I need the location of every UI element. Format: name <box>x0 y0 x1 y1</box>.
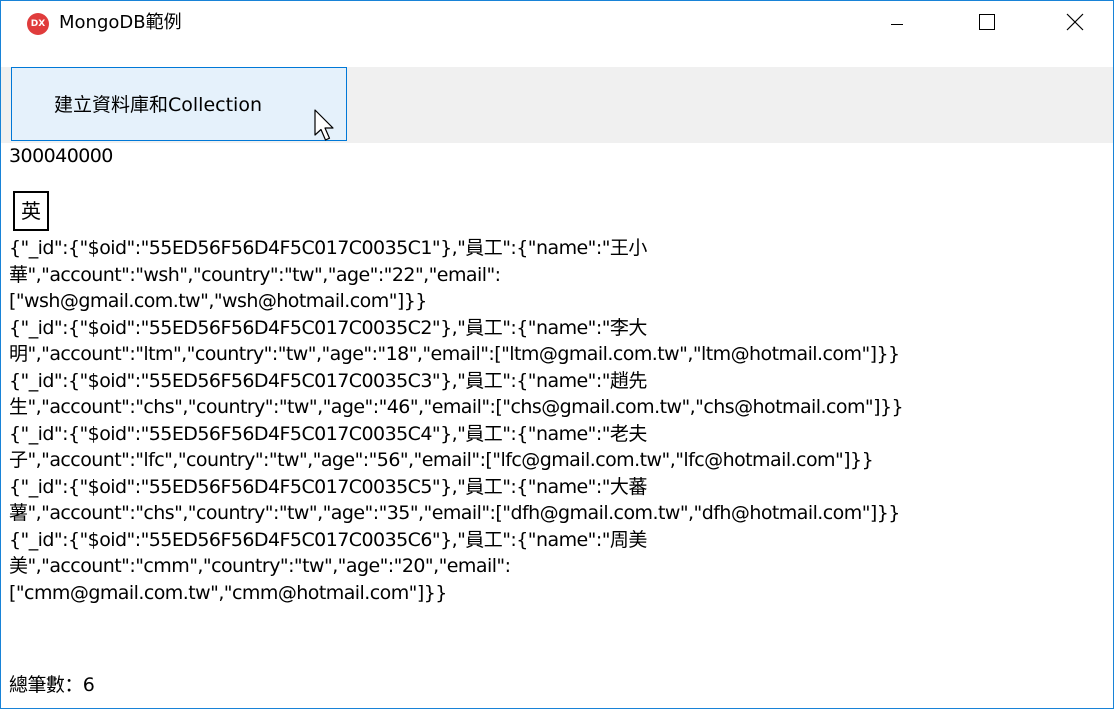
record-line: 華","account":"wsh","country":"tw","age":… <box>9 263 501 286</box>
record-line: ["wsh@gmail.com.tw","wsh@hotmail.com"]}} <box>9 290 427 312</box>
output-text-area[interactable]: 300040000 {"_id":{"$oid":"55ED56F56D4F5C… <box>9 143 1113 708</box>
window-title: MongoDB範例 <box>59 12 182 33</box>
title-bar[interactable]: DX MongoDB範例 <box>1 1 1113 47</box>
record-line: {"_id":{"$oid":"55ED56F56D4F5C017C0035C4… <box>9 422 647 445</box>
app-icon: DX <box>27 13 49 35</box>
record-line: {"_id":{"$oid":"55ED56F56D4F5C017C0035C2… <box>9 316 647 339</box>
record-line: 薯","account":"chs","country":"tw","age":… <box>9 502 900 524</box>
record-line: {"_id":{"$oid":"55ED56F56D4F5C017C0035C3… <box>9 369 647 392</box>
maximize-button[interactable] <box>967 1 1013 47</box>
ime-mode-indicator: 英 <box>13 191 49 231</box>
app-window: DX MongoDB範例 建立資料庫和Collection 300040000 <box>0 0 1114 709</box>
record-line: {"_id":{"$oid":"55ED56F56D4F5C017C0035C1… <box>9 237 647 259</box>
close-button[interactable] <box>1057 1 1103 47</box>
record-line: 美","account":"cmm","country":"tw","age":… <box>9 555 511 577</box>
create-database-button-label: 建立資料庫和Collection <box>54 94 262 116</box>
record-line: 子","account":"lfc","country":"tw","age":… <box>9 449 874 471</box>
toolbar: 建立資料庫和Collection <box>1 67 1113 143</box>
create-database-button[interactable]: 建立資料庫和Collection <box>11 67 347 141</box>
output-first-line: 300040000 <box>9 145 113 167</box>
record-line: 生","account":"chs","country":"tw","age":… <box>9 396 904 418</box>
record-line: 明","account":"ltm","country":"tw","age":… <box>9 343 900 365</box>
record-line: ["cmm@gmail.com.tw","cmm@hotmail.com"]}} <box>9 581 447 604</box>
close-icon <box>1066 13 1084 31</box>
maximize-icon <box>979 14 995 30</box>
record-line: {"_id":{"$oid":"55ED56F56D4F5C017C0035C5… <box>9 475 647 498</box>
minimize-button[interactable] <box>873 1 919 47</box>
minimize-icon <box>891 24 903 25</box>
total-count-label: 總筆數：6 <box>9 674 95 696</box>
mouse-cursor-icon <box>314 109 334 141</box>
record-list: {"_id":{"$oid":"55ED56F56D4F5C017C0035C1… <box>9 235 904 606</box>
record-line: {"_id":{"$oid":"55ED56F56D4F5C017C0035C6… <box>9 528 647 551</box>
